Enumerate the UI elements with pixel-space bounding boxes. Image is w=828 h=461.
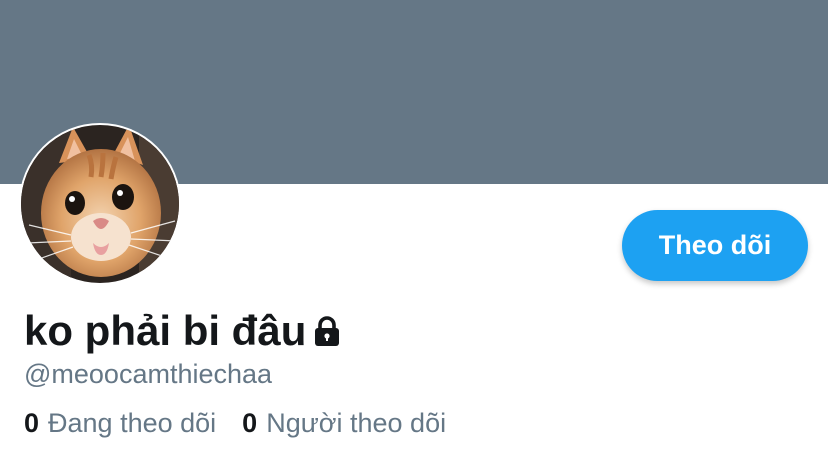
name-row: ko phải bi đâu xyxy=(24,302,344,360)
profile-avatar[interactable] xyxy=(19,123,181,285)
profile-stats: 0 Đang theo dõi 0 Người theo dõi xyxy=(24,404,446,442)
profile-handle: @meoocamthiechaa xyxy=(24,359,273,389)
follow-button[interactable]: Theo dõi xyxy=(622,210,808,281)
profile-display-name: ko phải bi đâu xyxy=(24,307,307,354)
following-count: 0 xyxy=(24,408,40,438)
lock-icon xyxy=(310,314,344,348)
followers-stat[interactable]: 0 Người theo dõi xyxy=(242,404,446,442)
profile-header: Theo dõi ko phải bi đâu @meoocamthiechaa… xyxy=(0,0,828,461)
following-label: Đang theo dõi xyxy=(48,408,217,438)
avatar-cat-image xyxy=(21,125,179,283)
following-stat[interactable]: 0 Đang theo dõi xyxy=(24,404,216,442)
followers-label: Người theo dõi xyxy=(266,408,447,438)
followers-count: 0 xyxy=(242,408,258,438)
